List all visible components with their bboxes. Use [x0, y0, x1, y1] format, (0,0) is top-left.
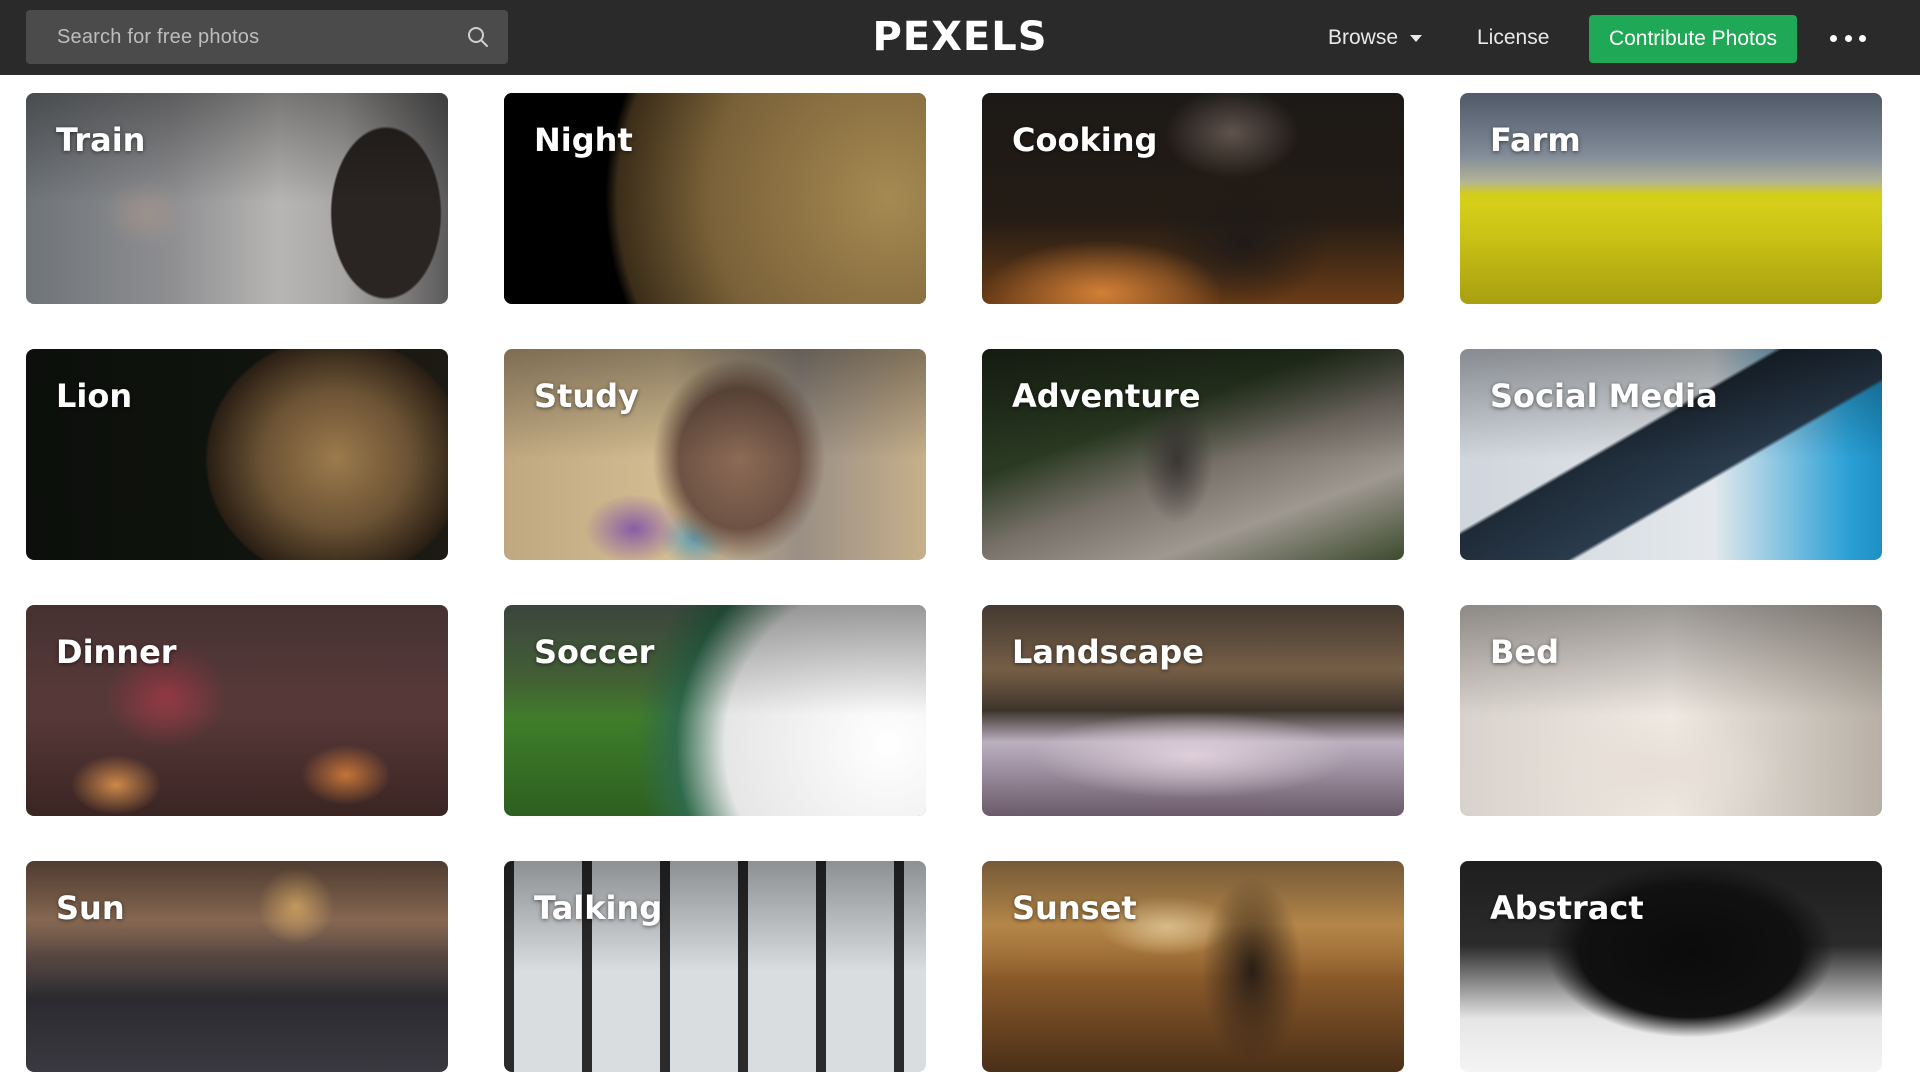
category-label: Train — [56, 121, 146, 159]
category-label: Abstract — [1490, 889, 1644, 927]
category-tile-sun[interactable]: Sun — [26, 861, 448, 1072]
category-label: Landscape — [1012, 633, 1204, 671]
pexels-logo[interactable]: PEXELS — [860, 12, 1060, 62]
category-label: Cooking — [1012, 121, 1158, 159]
dot — [1830, 34, 1837, 42]
contribute-photos-button[interactable]: Contribute Photos — [1589, 15, 1797, 63]
category-label: Adventure — [1012, 377, 1201, 415]
category-tile-adventure[interactable]: Adventure — [982, 349, 1404, 560]
dot — [1859, 34, 1866, 42]
search-box[interactable]: Search for free photos — [26, 10, 508, 64]
category-tile-farm[interactable]: Farm — [1460, 93, 1882, 304]
category-tile-train[interactable]: Train — [26, 93, 448, 304]
more-dots-icon[interactable] — [1830, 28, 1866, 48]
top-navigation-bar: Search for free photos PEXELS Browse Lic… — [0, 0, 1920, 75]
category-tile-cooking[interactable]: Cooking — [982, 93, 1404, 304]
category-tile-abstract[interactable]: Abstract — [1460, 861, 1882, 1072]
category-tile-bed[interactable]: Bed — [1460, 605, 1882, 816]
category-label: Talking — [534, 889, 663, 927]
category-tile-talking[interactable]: Talking — [504, 861, 926, 1072]
category-label: Sun — [56, 889, 125, 927]
category-label: Dinner — [56, 633, 177, 671]
category-label: Lion — [56, 377, 133, 415]
category-tile-social-media[interactable]: Social Media — [1460, 349, 1882, 560]
category-tile-dinner[interactable]: Dinner — [26, 605, 448, 816]
dot — [1844, 34, 1852, 42]
category-label: Farm — [1490, 121, 1581, 159]
category-grid: Train Night Cooking Farm Lion Study Adve… — [0, 75, 1920, 1080]
category-label: Social Media — [1490, 377, 1718, 415]
category-tile-sunset[interactable]: Sunset — [982, 861, 1404, 1072]
category-label: Soccer — [534, 633, 655, 671]
search-input[interactable]: Search for free photos — [57, 26, 466, 49]
category-label: Sunset — [1012, 889, 1137, 927]
category-tile-lion[interactable]: Lion — [26, 349, 448, 560]
category-tile-soccer[interactable]: Soccer — [504, 605, 926, 816]
search-icon[interactable] — [466, 25, 490, 49]
category-label: Night — [534, 121, 633, 159]
browse-menu[interactable]: Browse — [1328, 22, 1423, 54]
category-tile-landscape[interactable]: Landscape — [982, 605, 1404, 816]
browse-label: Browse — [1328, 26, 1399, 49]
license-link[interactable]: License — [1477, 22, 1549, 54]
category-label: Study — [534, 377, 639, 415]
category-tile-night[interactable]: Night — [504, 93, 926, 304]
category-tile-study[interactable]: Study — [504, 349, 926, 560]
caret-down-icon — [1410, 34, 1423, 42]
category-label: Bed — [1490, 633, 1559, 671]
